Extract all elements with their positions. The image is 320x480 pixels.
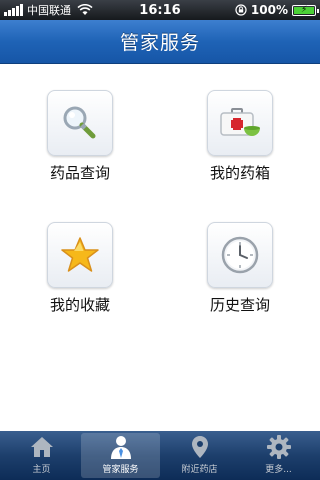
my-medicine-box-label: 我的药箱 xyxy=(209,164,270,182)
page-title: 管家服务 xyxy=(119,32,200,54)
history-search-button[interactable] xyxy=(207,222,273,288)
battery-percentage: 100% xyxy=(250,3,288,17)
my-medicine-box-tile[interactable]: 我的药箱 xyxy=(180,90,300,183)
battery-icon: ⚡ xyxy=(292,4,319,16)
medicine-box-icon xyxy=(220,108,260,136)
history-search-label: 历史查询 xyxy=(209,296,270,314)
butler-icon xyxy=(110,436,131,459)
carrier-name: 中国联通 xyxy=(27,4,71,17)
tab-nearby-pharmacy-label: 附近药店 xyxy=(181,465,218,475)
clock-icon xyxy=(221,236,259,274)
my-favorites-label: 我的收藏 xyxy=(49,296,110,314)
signal-strength-icon xyxy=(4,4,23,16)
my-favorites-tile[interactable]: 我的收藏 xyxy=(20,222,140,315)
drug-search-tile[interactable]: 药品查询 xyxy=(20,90,140,183)
tab-butler-service[interactable]: 管家服务 xyxy=(81,433,160,478)
tab-home-label: 主页 xyxy=(32,465,51,475)
drug-search-button[interactable] xyxy=(47,90,113,156)
home-icon xyxy=(30,437,53,457)
tab-nearby-pharmacy[interactable]: 附近药店 xyxy=(160,433,239,478)
my-medicine-box-button[interactable] xyxy=(207,90,273,156)
drug-search-label: 药品查询 xyxy=(49,164,110,182)
gear-icon xyxy=(266,435,291,459)
magnifier-icon xyxy=(63,106,96,139)
tab-butler-service-label: 管家服务 xyxy=(102,465,139,475)
my-favorites-button[interactable] xyxy=(47,222,113,288)
location-pin-icon xyxy=(191,436,208,458)
tab-home[interactable]: 主页 xyxy=(2,433,81,478)
wifi-icon xyxy=(77,4,93,15)
history-search-tile[interactable]: 历史查询 xyxy=(180,222,300,315)
tab-bar: 主页 管家服务 附近药店 更多... xyxy=(0,431,320,480)
navigation-bar: 管家服务 xyxy=(0,20,320,64)
tab-more[interactable]: 更多... xyxy=(239,433,318,478)
star-icon xyxy=(61,237,99,272)
status-bar: 中国联通 16:16 100% ⚡ xyxy=(0,0,320,20)
tab-more-label: 更多... xyxy=(265,465,292,475)
rotation-lock-icon xyxy=(235,4,247,16)
